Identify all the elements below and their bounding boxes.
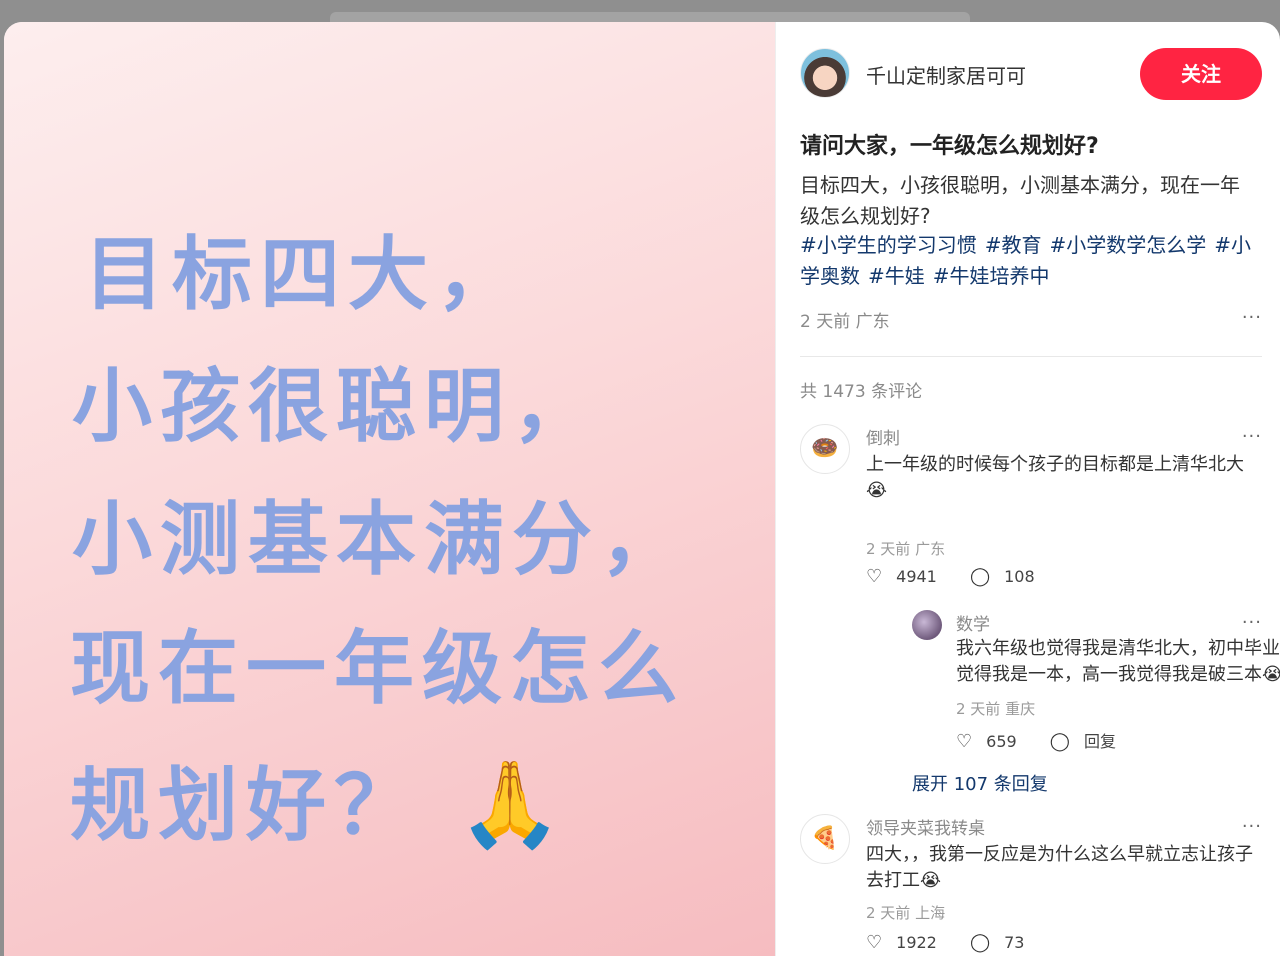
- replier-avatar[interactable]: [912, 610, 942, 640]
- post-body: 目标四大，小孩很聪明，小测基本满分，现在一年级怎么规划好?: [800, 173, 1240, 228]
- comment-count: 共 1473 条评论: [800, 382, 923, 402]
- author-name[interactable]: 千山定制家居可可: [866, 60, 1026, 89]
- reply-meta: 2 天前 重庆: [956, 700, 1036, 718]
- commenter-avatar[interactable]: 🍕: [800, 814, 850, 864]
- hashtag-link[interactable]: #小学生的学习习惯: [800, 233, 977, 257]
- poster-text-line: 目标四大，: [84, 228, 524, 321]
- like-count: 659: [986, 732, 1017, 751]
- ellipsis-icon[interactable]: ···: [1242, 426, 1262, 447]
- comment-item: 🍕 领导夹菜我转桌 ··· 四大，，我第一反应是为什么这么早就立志让孩子去打工😭…: [800, 814, 1262, 956]
- expand-replies-link[interactable]: 展开 107 条回复: [912, 770, 1048, 796]
- post-title: 请问大家，一年级怎么规划好?: [800, 134, 1099, 159]
- comment-meta: 2 天前 广东: [866, 540, 946, 558]
- poster-text-line: 现在一年级怎么: [70, 622, 686, 715]
- post-image[interactable]: 目标四大， 小孩很聪明， 小测基本满分， 现在一年级怎么 规划好？ 🙏: [4, 22, 775, 956]
- reply-text: 我六年级也觉得我是清华北大，初中毕业我觉得我是一本，高一我觉得我是破三本😭: [956, 638, 1280, 685]
- commenter-name[interactable]: 领导夹菜我转桌: [866, 814, 985, 839]
- heart-outline-icon: ♡: [866, 932, 883, 953]
- background-window-bar: [330, 12, 970, 22]
- comment-item: 🍩 倒刺 ··· 上一年级的时候每个孩子的目标都是上清华北大😭 2 天前 广东 …: [800, 424, 1280, 795]
- reply-item: 数学 ··· 我六年级也觉得我是清华北大，初中毕业我觉得我是一本，高一我觉得我是…: [912, 610, 1280, 760]
- author-row: 千山定制家居可可 关注: [800, 48, 1262, 100]
- ellipsis-icon[interactable]: ···: [1242, 307, 1262, 328]
- tag-list: #小学生的学习习惯 #教育 #小学数学怎么学 #小学奥数 #牛娃 #牛娃培养中: [800, 230, 1258, 292]
- note-detail-card: 目标四大， 小孩很聪明， 小测基本满分， 现在一年级怎么 规划好？ 🙏 千山定制…: [4, 22, 1280, 956]
- comment-meta: 2 天前 上海: [866, 904, 946, 922]
- like-button[interactable]: ♡ 659: [956, 731, 1031, 752]
- post-sidebar: 千山定制家居可可 关注 请问大家，一年级怎么规划好? 目标四大，小孩很聪明，小测…: [800, 22, 1280, 956]
- comment-text: 四大，，我第一反应是为什么这么早就立志让孩子去打工😭: [866, 844, 1253, 891]
- reply-actions: ♡ 659 ◯ 回复: [956, 728, 1144, 752]
- post-date-location: 2 天前 广东: [800, 312, 890, 332]
- hashtag-link[interactable]: #教育: [985, 233, 1042, 257]
- comment-actions: ♡ 4941 ◯ 108: [866, 566, 1063, 587]
- comment-actions: ♡ 1922 ◯ 73: [866, 932, 1052, 953]
- poster-text-line: 小孩很聪明，: [72, 360, 600, 453]
- hashtag-link[interactable]: #牛娃: [868, 264, 925, 288]
- hashtag-link[interactable]: #小学数学怎么学: [1050, 233, 1207, 257]
- like-count: 1922: [896, 933, 937, 952]
- heart-outline-icon: ♡: [956, 731, 973, 752]
- reply-count: 73: [1004, 933, 1025, 952]
- heart-outline-icon: ♡: [866, 566, 883, 587]
- poster-text-last: 规划好？: [70, 759, 422, 852]
- like-button[interactable]: ♡ 4941: [866, 566, 951, 587]
- poster-text-line: 规划好？ 🙏: [70, 762, 562, 846]
- speech-bubble-icon: ◯: [969, 566, 991, 587]
- commenter-avatar[interactable]: 🍩: [800, 424, 850, 474]
- reply-button[interactable]: ◯ 108: [970, 566, 1049, 587]
- divider: [775, 22, 776, 956]
- follow-button[interactable]: 关注: [1140, 48, 1262, 100]
- reply-label: 回复: [1083, 732, 1116, 751]
- poster-text-line: 小测基本满分，: [72, 493, 688, 586]
- reply-button[interactable]: ◯ 73: [970, 932, 1039, 953]
- comment-text: 上一年级的时候每个孩子的目标都是上清华北大😭: [866, 454, 1244, 501]
- praying-hands-icon: 🙏: [457, 755, 563, 853]
- like-button[interactable]: ♡ 1922: [866, 932, 951, 953]
- hashtag-link[interactable]: #牛娃培养中: [933, 264, 1050, 288]
- ellipsis-icon[interactable]: ···: [1242, 612, 1262, 633]
- replier-name[interactable]: 数学: [956, 610, 990, 635]
- ellipsis-icon[interactable]: ···: [1242, 816, 1262, 837]
- reply-button[interactable]: ◯ 回复: [1050, 728, 1130, 752]
- commenter-name[interactable]: 倒刺: [866, 424, 900, 449]
- speech-bubble-icon: ◯: [969, 932, 991, 953]
- divider: [800, 356, 1262, 357]
- post-meta: 2 天前 广东 ···: [800, 307, 1262, 332]
- author-avatar[interactable]: [800, 48, 850, 98]
- speech-bubble-icon: ◯: [1049, 731, 1070, 752]
- like-count: 4941: [896, 567, 937, 586]
- reply-count: 108: [1004, 567, 1035, 586]
